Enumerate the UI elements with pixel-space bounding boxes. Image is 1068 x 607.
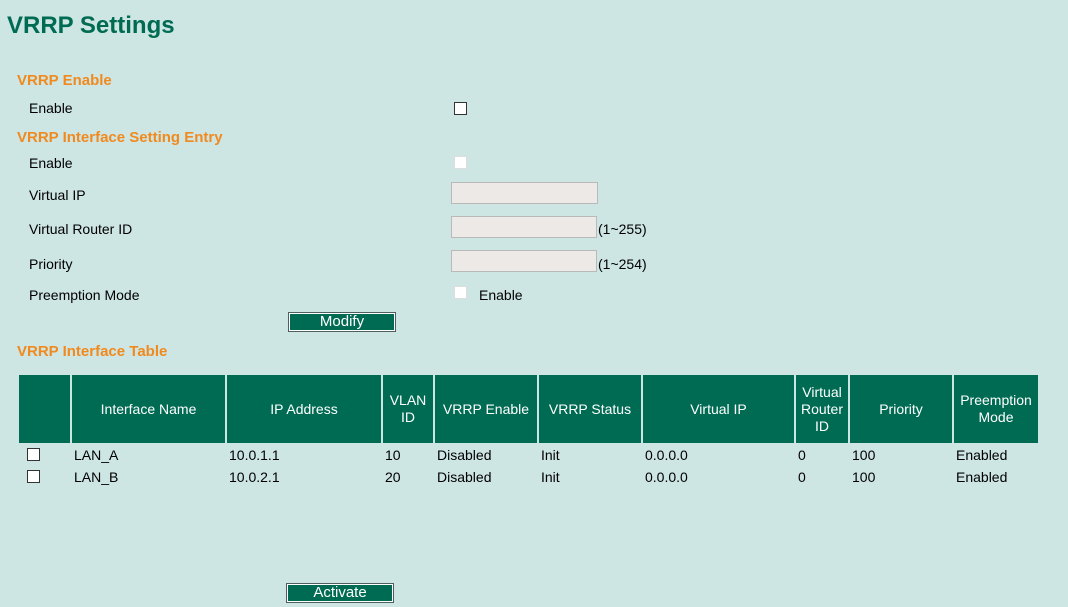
col-select — [19, 375, 70, 443]
cell-interface-name: LAN_B — [74, 468, 119, 485]
table-row: LAN_A 10.0.1.1 10 Disabled Init 0.0.0.0 … — [19, 444, 1038, 465]
cell-priority: 100 — [852, 468, 876, 485]
cell-priority: 100 — [852, 446, 876, 463]
activate-button[interactable]: Activate — [286, 583, 394, 603]
vrrp-enable-label: Enable — [29, 100, 73, 116]
cell-vlan-id: 20 — [385, 468, 401, 485]
col-virtual-router-id: Virtual Router ID — [796, 375, 848, 443]
virtual-ip-input[interactable] — [451, 182, 598, 204]
router-id-hint: (1~255) — [598, 221, 647, 237]
preemption-label: Preemption Mode — [29, 287, 140, 303]
col-vrrp-status: VRRP Status — [539, 375, 641, 443]
preemption-checkbox[interactable] — [454, 286, 467, 299]
cell-vrrp-enable: Disabled — [437, 468, 492, 485]
cell-virtual-ip: 0.0.0.0 — [645, 446, 688, 463]
priority-hint: (1~254) — [598, 256, 647, 272]
vrrp-enable-heading: VRRP Enable — [17, 72, 112, 89]
entry-enable-label: Enable — [29, 155, 73, 171]
col-preemption-mode: Preemption Mode — [954, 375, 1038, 443]
cell-vlan-id: 10 — [385, 446, 401, 463]
vrrp-interface-table: Interface Name IP Address VLAN ID VRRP E… — [17, 374, 1040, 488]
cell-virtual-router-id: 0 — [798, 468, 806, 485]
cell-interface-name: LAN_A — [74, 446, 119, 463]
router-id-label: Virtual Router ID — [29, 221, 133, 237]
col-vlan-id: VLAN ID — [383, 375, 433, 443]
cell-ip-address: 10.0.1.1 — [229, 446, 280, 463]
col-virtual-ip: Virtual IP — [643, 375, 794, 443]
cell-preemption-mode: Enabled — [956, 468, 1008, 485]
priority-label: Priority — [29, 256, 73, 272]
vrrp-enable-checkbox[interactable] — [454, 102, 467, 115]
row-select-checkbox[interactable] — [27, 470, 40, 483]
priority-input[interactable] — [451, 250, 597, 272]
page-title: VRRP Settings — [7, 12, 175, 39]
table-heading: VRRP Interface Table — [17, 343, 168, 360]
cell-virtual-router-id: 0 — [798, 446, 806, 463]
col-ip-address: IP Address — [227, 375, 381, 443]
modify-button[interactable]: Modify — [288, 312, 396, 332]
row-select-checkbox[interactable] — [27, 448, 40, 461]
entry-heading: VRRP Interface Setting Entry — [17, 129, 223, 146]
cell-preemption-mode: Enabled — [956, 446, 1008, 463]
col-vrrp-enable: VRRP Enable — [435, 375, 537, 443]
router-id-input[interactable] — [451, 216, 597, 238]
cell-virtual-ip: 0.0.0.0 — [645, 468, 688, 485]
virtual-ip-label: Virtual IP — [29, 187, 86, 203]
preemption-enable-text: Enable — [479, 287, 523, 303]
cell-vrrp-status: Init — [541, 468, 560, 485]
cell-vrrp-enable: Disabled — [437, 446, 492, 463]
cell-ip-address: 10.0.2.1 — [229, 468, 280, 485]
table-header-row: Interface Name IP Address VLAN ID VRRP E… — [19, 375, 1038, 443]
col-priority: Priority — [850, 375, 952, 443]
table-row: LAN_B 10.0.2.1 20 Disabled Init 0.0.0.0 … — [19, 466, 1038, 487]
cell-vrrp-status: Init — [541, 446, 560, 463]
col-interface-name: Interface Name — [72, 375, 225, 443]
entry-enable-checkbox[interactable] — [454, 156, 467, 169]
